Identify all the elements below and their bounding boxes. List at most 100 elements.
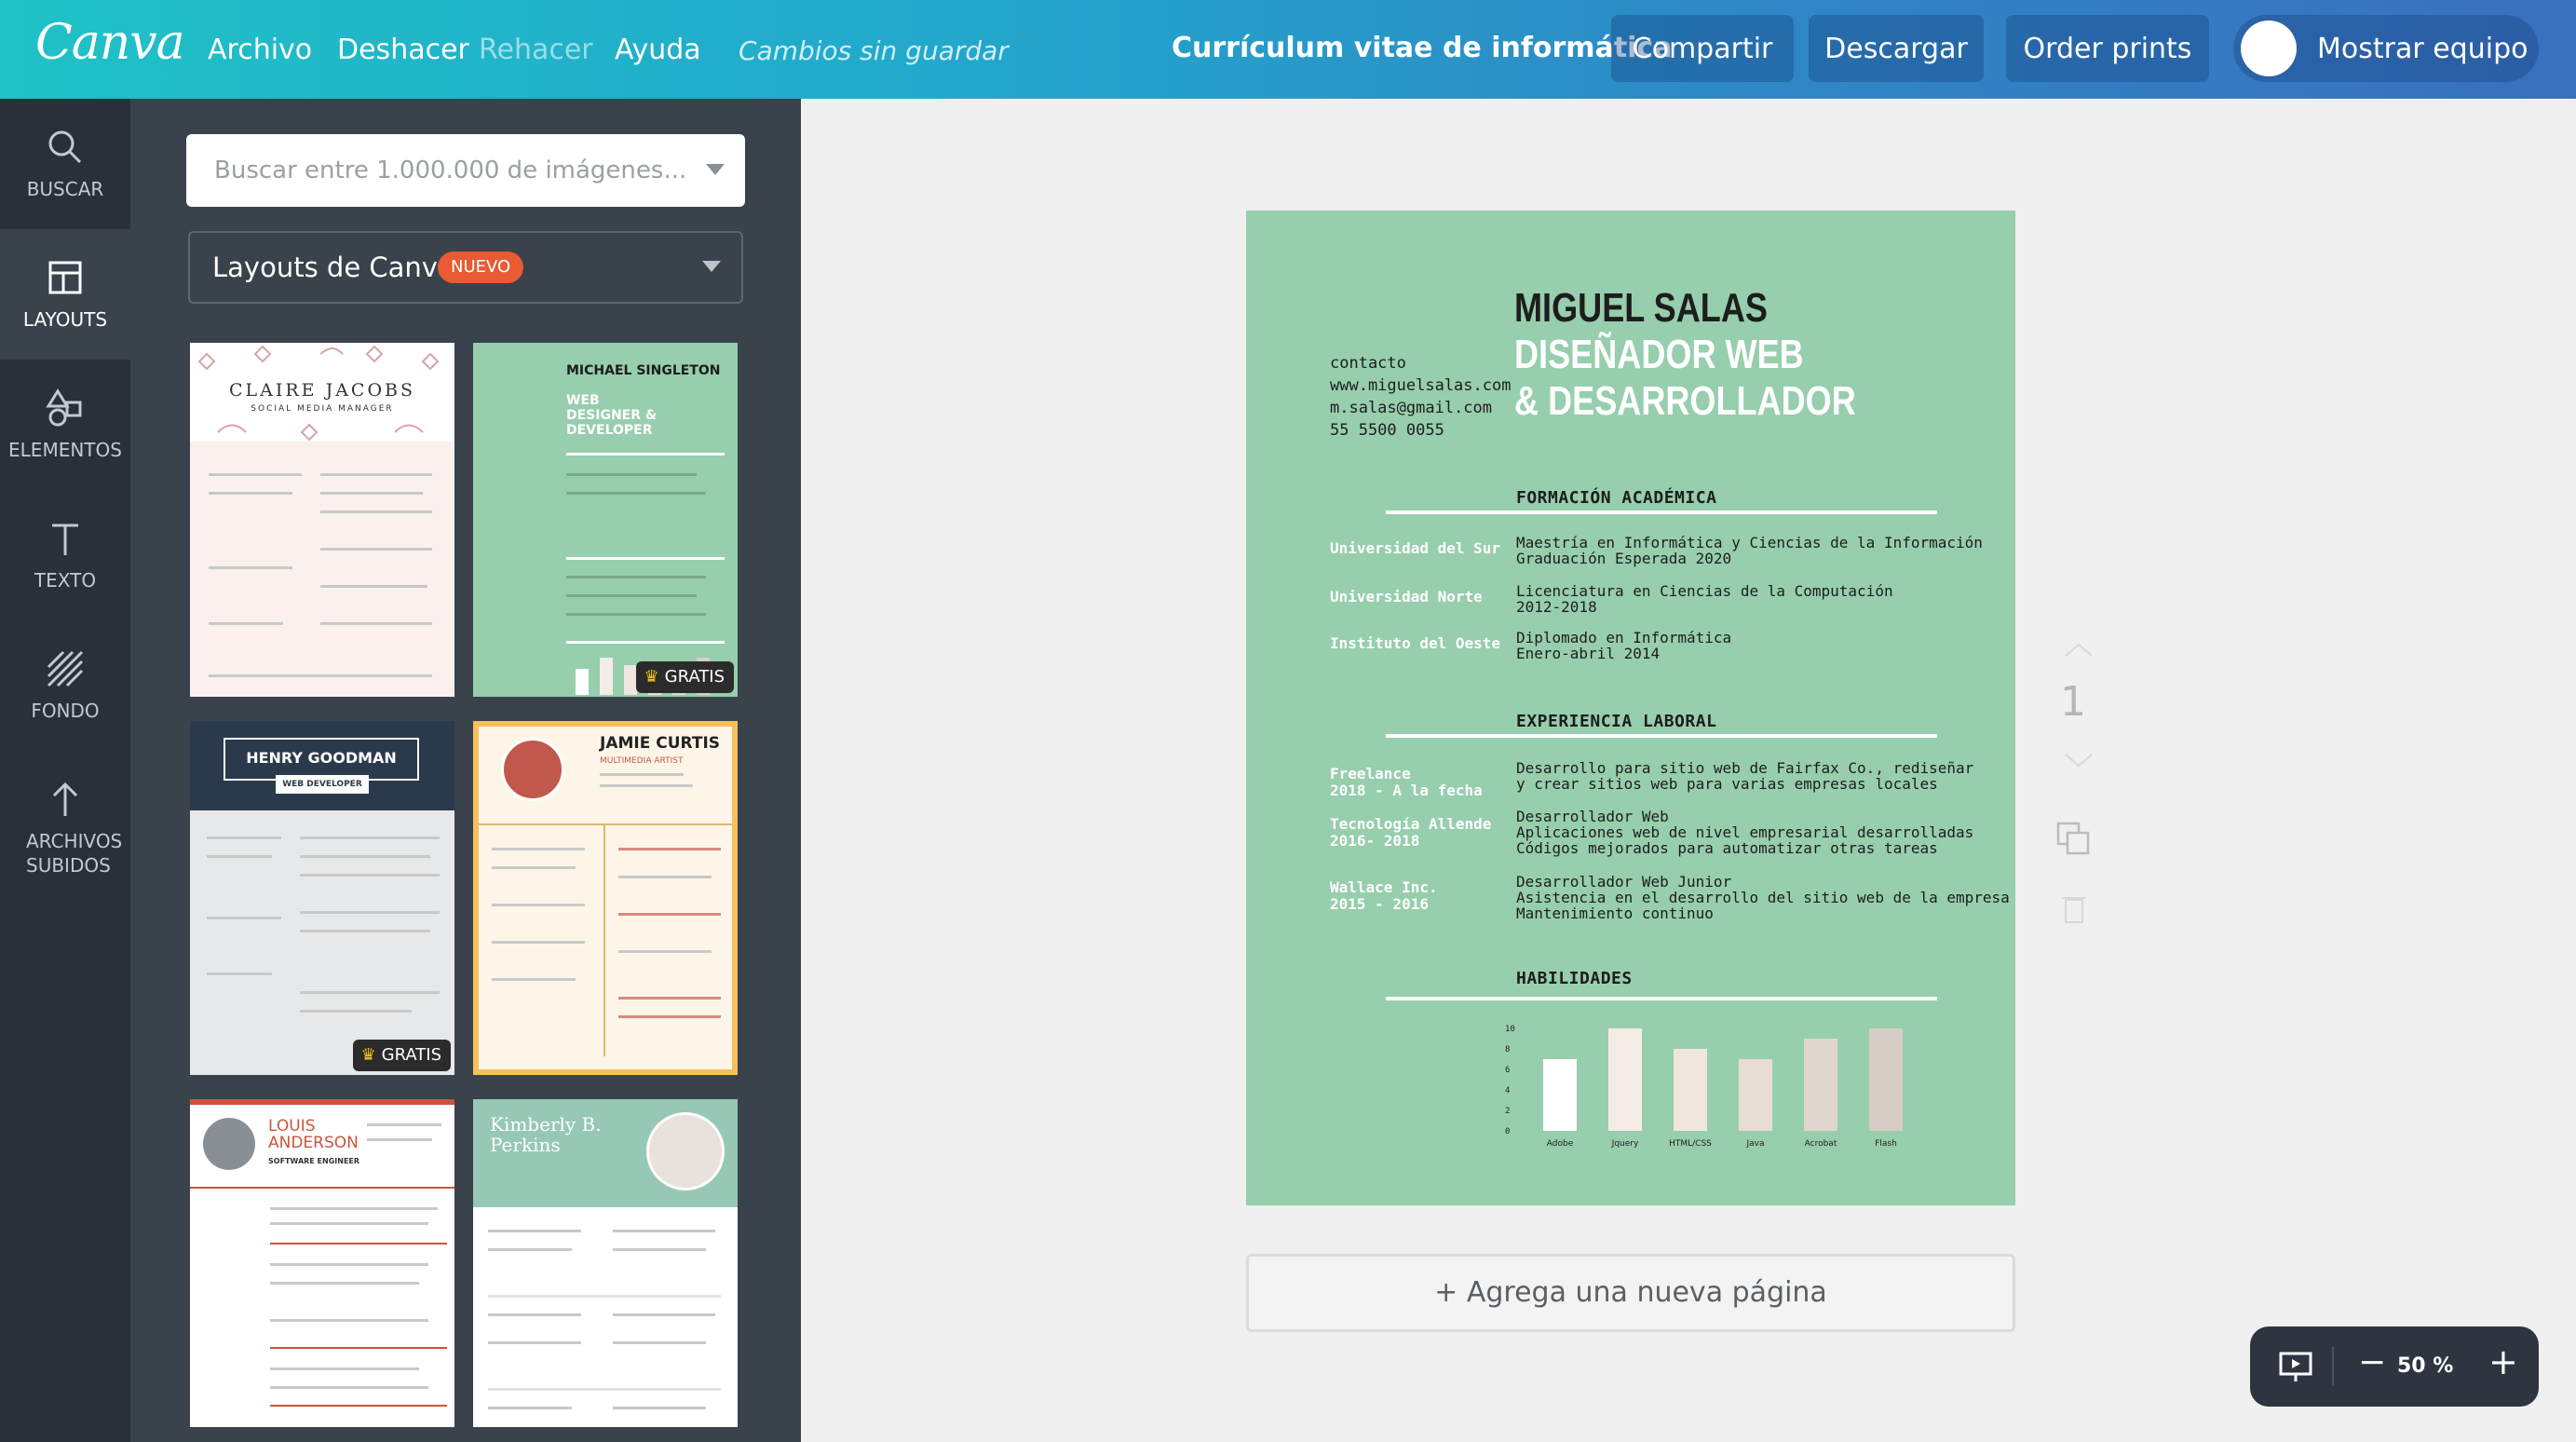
layout-source-select[interactable]: Layouts de Canva NUEVO <box>188 231 743 304</box>
template-henry-goodman[interactable]: HENRY GOODMAN WEB DEVELOPER ♛ GRATIS <box>190 721 454 1075</box>
delete-page-icon[interactable] <box>2060 892 2088 926</box>
text-line <box>618 913 721 916</box>
rail-item-text[interactable]: TEXTO <box>0 490 130 620</box>
template-name: JAMIE CURTIS <box>600 734 721 753</box>
rail-item-background[interactable]: FONDO <box>0 620 130 751</box>
experience-company[interactable]: Wallace Inc. 2015 - 2016 <box>1330 879 1438 913</box>
chevron-down-icon <box>702 261 721 272</box>
present-icon[interactable] <box>2278 1351 2313 1384</box>
experience-company[interactable]: Freelance 2018 - A la fecha <box>1330 766 1483 799</box>
education-title[interactable]: FORMACIÓN ACADÉMICA <box>1516 488 1716 508</box>
education-detail[interactable]: Diplomado en Informática Enero-abril 201… <box>1516 630 1731 661</box>
experience-line: Códigos mejorados para automatizar otras… <box>1516 839 1938 857</box>
education-school[interactable]: Instituto del Oeste <box>1330 635 1500 652</box>
template-header: CLAIRE JACOBS SOCIAL MEDIA MANAGER <box>190 343 454 442</box>
upload-icon <box>52 782 78 816</box>
education-detail[interactable]: Maestría en Informática y Ciencias de la… <box>1516 535 1983 566</box>
template-jamie-curtis[interactable]: JAMIE CURTIS MULTIMEDIA ARTIST <box>473 721 738 1075</box>
download-button[interactable]: Descargar <box>1809 15 1984 82</box>
rail-item-elements[interactable]: ELEMENTOS <box>0 360 130 490</box>
layout-select-label: Layouts de Canva <box>212 252 454 283</box>
menu-redo[interactable]: Rehacer <box>479 34 593 66</box>
rail-label-background: FONDO <box>31 700 100 722</box>
skill-bar <box>1543 1059 1577 1131</box>
template-kimberly-perkins[interactable]: Kimberly B. Perkins <box>473 1099 738 1427</box>
chevron-down-icon[interactable] <box>706 164 725 175</box>
tool-rail: BUSCAR LAYOUTS ELEMENTOS TEXTO FONDO ARC… <box>0 99 130 1442</box>
skills-bar-chart[interactable]: 10 8 6 4 2 0 Adobe Jquery HTML/CSS Java Acrobat Fla… <box>1501 1023 1930 1153</box>
education-degree: Maestría en Informática y Ciencias de la… <box>1516 534 1983 551</box>
move-up-icon[interactable] <box>2062 641 2095 660</box>
crown-icon: ♛ <box>644 667 659 687</box>
experience-divider <box>1386 734 1937 738</box>
resume-role[interactable]: DISEÑADOR WEB & DESARROLLADOR <box>1514 332 2003 425</box>
duplicate-page-icon[interactable] <box>2054 820 2092 857</box>
rail-item-search[interactable]: BUSCAR <box>0 99 130 229</box>
education-detail[interactable]: Licenciatura en Ciencias de la Computaci… <box>1516 583 1893 615</box>
template-header: HENRY GOODMAN WEB DEVELOPER <box>190 721 454 810</box>
menu-help[interactable]: Ayuda <box>615 34 701 66</box>
share-button[interactable]: Compartir <box>1611 15 1794 82</box>
resume-name[interactable]: MIGUEL SALAS <box>1514 285 1768 332</box>
education-school[interactable]: Universidad Norte <box>1330 589 1483 605</box>
resume-contact[interactable]: contacto www.miguelsalas.com m.salas@gma… <box>1330 352 1511 442</box>
education-school[interactable]: Universidad del Sur <box>1330 540 1500 557</box>
text-line <box>270 1222 428 1225</box>
text-line <box>320 473 432 476</box>
y-tick-label: 2 <box>1505 1107 1510 1116</box>
x-tick-label: Java <box>1745 1139 1764 1149</box>
x-tick-label: Jquery <box>1611 1139 1639 1149</box>
add-page-button[interactable]: + Agrega una nueva página <box>1246 1254 2015 1332</box>
search-icon <box>48 130 82 164</box>
template-claire-jacobs[interactable]: CLAIRE JACOBS SOCIAL MEDIA MANAGER <box>190 343 454 697</box>
template-louis-anderson[interactable]: LOUIS ANDERSON SOFTWARE ENGINEER <box>190 1099 454 1427</box>
experience-detail[interactable]: Desarrollo para sitio web de Fairfax Co.… <box>1516 760 1973 792</box>
text-line <box>207 973 272 975</box>
show-team-button[interactable]: Mostrar equipo <box>2233 15 2539 82</box>
x-tick-label: Flash <box>1875 1139 1897 1149</box>
text-line <box>492 866 576 869</box>
search-placeholder: Buscar entre 1.000.000 de imágenes... <box>214 156 687 184</box>
experience-line: Aplicaciones web de nivel empresarial de… <box>1516 823 1974 841</box>
template-subtitle: WEB DESIGNER & DEVELOPER <box>566 393 658 438</box>
divider <box>270 1405 447 1407</box>
zoom-level[interactable]: 50 % <box>2397 1354 2453 1378</box>
order-prints-button[interactable]: Order prints <box>2006 15 2209 82</box>
zoom-out-button[interactable]: − <box>2358 1343 2386 1381</box>
contact-label: contacto <box>1330 354 1406 373</box>
divider <box>270 1347 447 1349</box>
text-line <box>492 978 576 981</box>
rail-item-layouts[interactable]: LAYOUTS <box>0 229 130 360</box>
text-line <box>207 855 272 858</box>
experience-company[interactable]: Tecnología Allende 2016- 2018 <box>1330 816 1491 850</box>
y-tick-label: 0 <box>1505 1127 1510 1136</box>
company-name: Freelance <box>1330 765 1411 782</box>
skills-title[interactable]: HABILIDADES <box>1516 969 1633 988</box>
company-dates: 2015 - 2016 <box>1330 895 1429 913</box>
experience-detail[interactable]: Desarrollador Web Aplicaciones web de ni… <box>1516 809 1973 856</box>
text-line <box>300 855 430 858</box>
image-search-input[interactable]: Buscar entre 1.000.000 de imágenes... <box>186 134 745 207</box>
company-name: Tecnología Allende <box>1330 815 1492 833</box>
text-line <box>300 991 440 994</box>
experience-title[interactable]: EXPERIENCIA LABORAL <box>1516 712 1716 731</box>
menu-file[interactable]: Archivo <box>208 34 312 66</box>
experience-detail[interactable]: Desarrollador Web Junior Asistencia en e… <box>1516 874 2010 921</box>
text-line <box>209 566 292 569</box>
zoom-controls: − 50 % + <box>2250 1326 2539 1407</box>
text-line <box>566 473 697 476</box>
template-michael-singleton[interactable]: MICHAEL SINGLETON WEB DESIGNER & DEVELOP… <box>473 343 738 697</box>
text-line <box>209 473 302 476</box>
canva-logo[interactable]: Canva <box>35 15 185 71</box>
document-title[interactable]: Currículum vitae de informática <box>1172 32 1672 64</box>
resume-page[interactable]: MIGUEL SALAS DISEÑADOR WEB & DESARROLLAD… <box>1246 211 2015 1205</box>
rail-item-uploads[interactable]: ARCHIVOS SUBIDOS <box>0 751 130 909</box>
new-badge: NUEVO <box>438 252 524 283</box>
text-line <box>300 837 440 839</box>
menu-undo[interactable]: Deshacer <box>337 34 469 66</box>
divider <box>190 1187 454 1189</box>
move-down-icon[interactable] <box>2062 751 2095 769</box>
zoom-in-button[interactable]: + <box>2488 1341 2518 1382</box>
page-number: 1 <box>2060 678 2086 726</box>
shapes-icon <box>46 388 82 427</box>
